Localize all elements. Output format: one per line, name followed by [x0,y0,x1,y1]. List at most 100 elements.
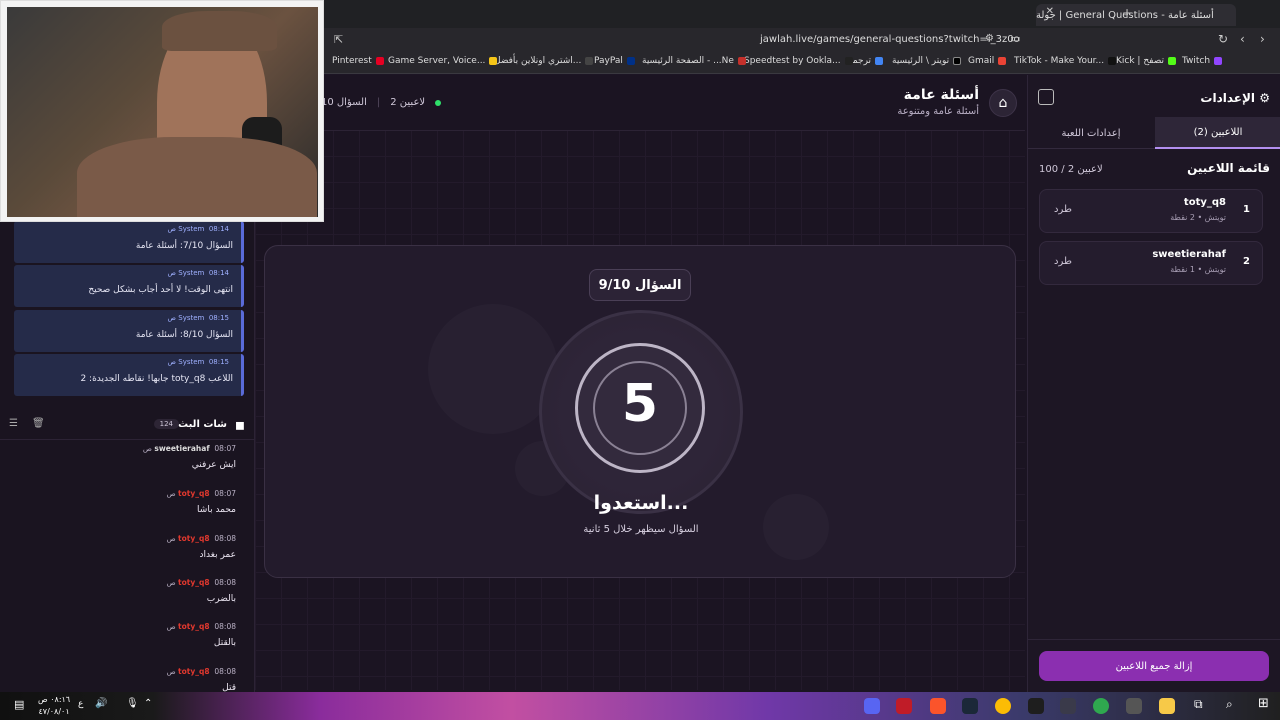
chat-header: ◼ شات البث 124 🗑 ☰ [0,412,255,440]
tab-game-settings[interactable]: إعدادات اللعبة [1028,117,1154,149]
settings-tabs: اللاعبين (2) إعدادات اللعبة [1028,117,1280,149]
bookmark-item[interactable]: اشتري اونلاين بأفضل... [494,56,594,66]
webcam-video [7,7,318,217]
start-icon[interactable]: ⊞ [1258,696,1269,711]
game-card: السؤال 9/10 5 استعدوا... السؤال سيظهر خل… [264,245,1016,578]
system-message: System 08:14 ص انتهى الوقت! لا أحد أجاب … [14,265,244,307]
obs-icon[interactable] [896,698,912,714]
bookmark-item[interactable]: ترجمة [848,56,884,66]
streamer-shoulders [77,137,317,217]
forward-icon[interactable]: › [1260,32,1265,46]
bookmark-item[interactable]: TikTok - Make Your... [1014,56,1117,66]
page-subtitle: أسئلة عامة ومتنوعة [897,106,979,117]
gear-icon: ⚙ [1259,91,1270,105]
chat-message-text: محمد باشا [197,505,236,515]
divider [1028,639,1280,640]
bookmark-item[interactable]: Game Server, Voice... [388,56,498,66]
bookmark-item[interactable]: PayPal [594,56,635,66]
tab-players[interactable]: اللاعبين (2) [1155,117,1280,149]
steam-icon[interactable] [962,698,978,714]
utorrent-icon[interactable] [1093,698,1109,714]
chat-message-text: بالقتل [213,638,236,648]
task-view-icon[interactable]: ⧉ [1194,697,1203,712]
system-message-text: السؤال 7/10: أسئلة عامة [135,241,233,251]
bookmark-icon[interactable]: ▭ [1010,32,1020,45]
microphone-icon[interactable]: 🎙 [126,698,139,709]
page-title: أسئلة عامة [903,87,979,103]
settings-title: ⚙ الإعدادات [1200,91,1270,105]
new-tab-button[interactable]: + [1122,6,1132,20]
ready-text: استعدوا... [593,492,689,514]
close-tab-icon[interactable]: ✕ [1046,6,1054,17]
system-message-text: اللاعب toty_q8 جابها! نقاطه الجديدة: 2 [80,374,233,384]
player-rank: 1 [1243,204,1250,215]
question-counter: السؤال 10 [321,97,367,108]
filter-icon[interactable]: ☰ [9,418,18,429]
discord-icon[interactable] [864,698,880,714]
chat-message-text: بالضرب [206,594,236,604]
chat-icon: ◼ [235,418,245,432]
chat-message-text: ايش عرفني [191,460,236,470]
remove-all-players-button[interactable]: إزالة جميع اللاعبين [1039,651,1269,681]
system-message-header: System 08:15 ص [167,314,229,322]
store-icon[interactable] [1126,698,1142,714]
chat-message-header: sweetierahaf 08:07 ص [142,444,236,453]
chat-message-header: toty_q8 08:08 ص [166,534,236,543]
player-meta: تويتش • 2 نقطة [1170,213,1226,222]
online-indicator [435,99,442,106]
system-message-header: System 08:15 ص [167,358,229,366]
chrome-icon[interactable] [995,698,1011,714]
game-status: السؤال 10 | 2 لاعبين [321,97,442,108]
browser-tab[interactable]: أسئلة عامة - General Questions | جولة [1036,4,1236,26]
bookmark-item[interactable]: Twitch [1182,56,1223,66]
file-explorer-icon[interactable] [1159,698,1175,714]
search-icon[interactable]: ⌕ [1226,697,1233,712]
chat-message-header: toty_q8 08:08 ص [166,667,236,676]
player-row: 1 toty_q8 تويتش • 2 نقطة طرد [1039,189,1263,233]
bookmark-item[interactable]: Kick | تصفح [1116,56,1176,66]
app-icon[interactable] [1060,698,1076,714]
chat-count: 124 [153,419,179,429]
bookmark-item[interactable]: الصفحة الرئيسية - ...Ne [642,56,746,66]
game-header: ⌂ أسئلة عامة أسئلة عامة ومتنوعة السؤال 1… [255,75,1025,131]
system-message-text: السؤال 8/10: أسئلة عامة [135,330,233,340]
taskbar: ٠٨:١٦ ص ٤٧/٠٨/٠١ ع ▤ 🔊 🎙 ⌃ ⧉ ⌕ ⊞ [0,692,1280,720]
system-message-header: System 08:14 ص [167,225,229,233]
system-message: System 08:15 ص اللاعب toty_q8 جابها! نقا… [14,354,244,396]
bookmark-item[interactable]: تويتر \ الرئيسية [892,56,962,66]
countdown-caption: السؤال سيظهر خلال 5 ثانية [583,524,699,535]
players-heading: قائمة اللاعبين [1187,161,1270,175]
player-name: toty_q8 [1183,197,1226,208]
collapse-panel-icon[interactable] [1038,89,1054,105]
home-icon: ⌂ [998,95,1008,111]
home-button[interactable]: ⌂ [989,89,1017,117]
tray-expand-icon[interactable]: ⌃ [144,698,152,709]
player-rank: 2 [1243,256,1250,267]
bookmark-item[interactable]: Gmail [968,56,1007,66]
reload-icon[interactable]: ↻ [1218,32,1228,46]
chat-message-text: عمر بغداد [199,550,236,560]
chat-message-header: toty_q8 08:08 ص [166,578,236,587]
system-message-text: انتهى الوقت! لا أحد أجاب بشكل صحيح [88,285,233,295]
input-language[interactable]: ع [78,699,83,709]
player-name: sweetierahaf [1152,249,1226,260]
back-icon[interactable]: ‹ [1240,32,1245,46]
brave-icon[interactable] [930,698,946,714]
bookmark-item[interactable]: Speedtest by Ookla... [744,56,853,66]
system-message: System 08:14 ص السؤال 7/10: أسئلة عامة [14,221,244,263]
kick-button[interactable]: طرد [1054,204,1072,215]
notification-icon[interactable]: ▤ [14,698,24,711]
trash-icon[interactable]: 🗑 [32,418,45,429]
terminal-icon[interactable] [1028,698,1044,714]
bookmark-item[interactable]: Pinterest [332,56,384,66]
share-icon[interactable]: ⇱ [334,33,343,46]
url-field[interactable]: jawlah.live/games/general-questions?twit… [760,34,1020,45]
players-count: 100 / 2 لاعبين [1039,164,1103,175]
site-settings-icon[interactable]: ⚙ [985,33,994,44]
player-row: 2 sweetierahaf تويتش • 1 نقطة طرد [1039,241,1263,285]
volume-icon[interactable]: 🔊 [95,698,107,709]
taskbar-clock[interactable]: ٠٨:١٦ ص ٤٧/٠٨/٠١ [38,694,70,718]
settings-panel: ⚙ الإعدادات اللاعبين (2) إعدادات اللعبة … [1027,75,1280,692]
player-meta: تويتش • 1 نقطة [1170,265,1226,274]
kick-button[interactable]: طرد [1054,256,1072,267]
